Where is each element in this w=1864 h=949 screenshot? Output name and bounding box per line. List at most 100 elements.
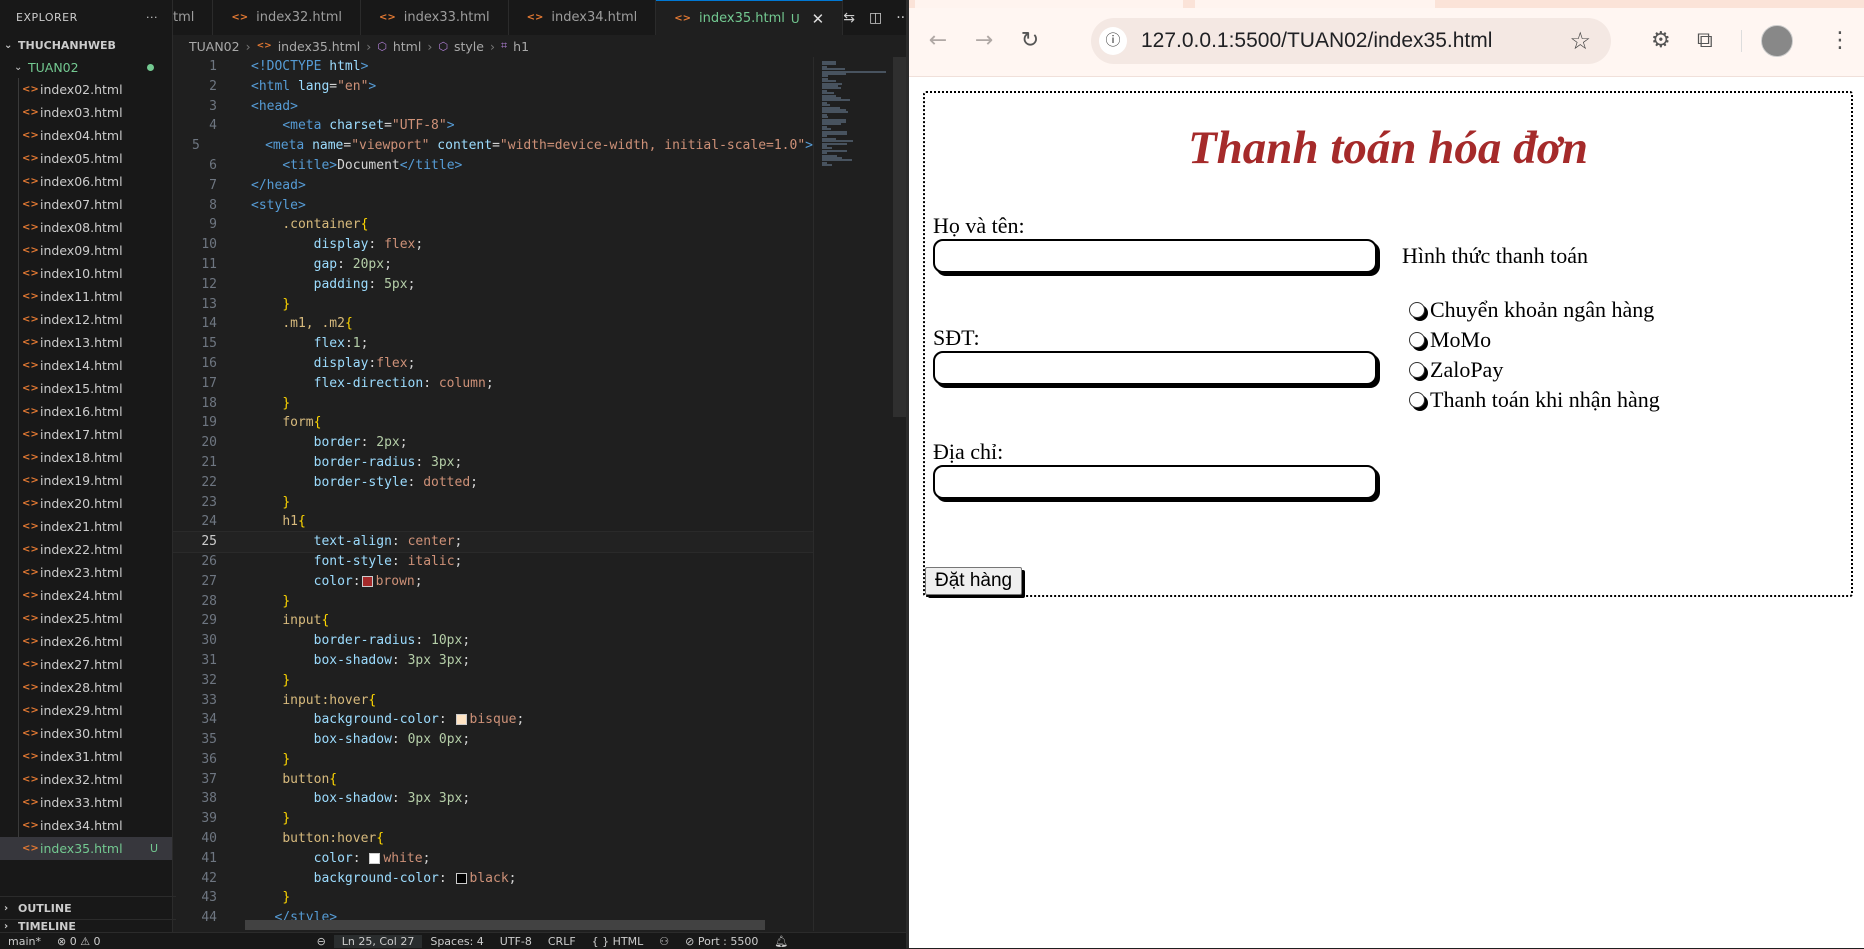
code-line[interactable]: 8 <style> [173, 196, 813, 216]
git-branch[interactable]: main* [0, 935, 49, 948]
reload-icon[interactable]: ↻ [1017, 28, 1043, 54]
code-line[interactable]: 19 form{ [173, 413, 813, 433]
file-item[interactable]: <> index07.html [0, 193, 172, 216]
live-server-port[interactable]: ⊘ Port : 5500 [677, 935, 766, 948]
outline-section[interactable]: › OUTLINE [0, 896, 176, 919]
order-button[interactable]: Đặt hàng [925, 567, 1023, 595]
code-line[interactable]: 43 } [173, 888, 813, 908]
minimap[interactable] [813, 57, 894, 931]
file-item[interactable]: <> index26.html [0, 630, 172, 653]
file-item[interactable]: <> index32.html [0, 768, 172, 791]
code-line[interactable]: 42 background-color: black; [173, 869, 813, 889]
file-item[interactable]: <> index11.html [0, 285, 172, 308]
encoding[interactable]: UTF-8 [492, 935, 540, 948]
file-item[interactable]: <> index12.html [0, 308, 172, 331]
tab-index32[interactable]: <> index32.html [213, 0, 361, 35]
code-line[interactable]: 35 box-shadow: 0px 0px; [173, 730, 813, 750]
file-item[interactable]: <> index33.html [0, 791, 172, 814]
color-swatch[interactable] [361, 575, 373, 587]
copilot-icon[interactable]: ⚇ [651, 935, 677, 948]
code-line[interactable]: 27 color: brown; [173, 572, 813, 592]
file-item[interactable]: <> index35.html U [0, 837, 172, 860]
indentation[interactable]: Spaces: 4 [422, 935, 491, 948]
color-swatch[interactable] [455, 714, 467, 726]
browser-tab[interactable] [915, 0, 1183, 8]
phone-input[interactable] [933, 351, 1377, 385]
menu-kebab-icon[interactable]: ⋮ [1829, 28, 1851, 53]
split-editor-icon[interactable]: ◫ [869, 10, 882, 26]
code-editor[interactable]: 1 <!DOCTYPE html> 2 <html lang="en"> 3 <head>… [173, 57, 813, 931]
payment-option-bank[interactable]: Chuyển khoản ngân hàng [1409, 297, 1654, 323]
file-item[interactable]: <> index09.html [0, 239, 172, 262]
file-item[interactable]: <> index04.html [0, 124, 172, 147]
file-item[interactable]: <> index27.html [0, 653, 172, 676]
tab-partial[interactable]: tml [173, 0, 214, 35]
file-item[interactable]: <> index10.html [0, 262, 172, 285]
code-line[interactable]: 3 <head> [173, 97, 813, 117]
code-line[interactable]: 26 font-style: italic; [173, 552, 813, 572]
color-swatch[interactable] [455, 872, 467, 884]
file-item[interactable]: <> index20.html [0, 492, 172, 515]
horizontal-scrollbar[interactable] [245, 920, 765, 930]
file-item[interactable]: <> index31.html [0, 745, 172, 768]
code-line[interactable]: 9 .container{ [173, 215, 813, 235]
file-item[interactable]: <> index23.html [0, 561, 172, 584]
breadcrumb-html[interactable]: html [393, 39, 421, 54]
code-line[interactable]: 15 flex:1; [173, 334, 813, 354]
line-ending[interactable]: CRLF [540, 935, 584, 948]
code-line[interactable]: 10 display: flex; [173, 235, 813, 255]
code-line[interactable]: 39 } [173, 809, 813, 829]
close-icon[interactable]: ✕ [812, 10, 825, 28]
tab-index34[interactable]: <> index34.html [509, 0, 657, 35]
code-line[interactable]: 22 border-style: dotted; [173, 473, 813, 493]
radio-button[interactable] [1409, 362, 1425, 378]
code-line[interactable]: 20 border: 2px; [173, 433, 813, 453]
payment-option-cod[interactable]: Thanh toán khi nhận hàng [1409, 387, 1660, 413]
code-line[interactable]: 14 .m1, .m2{ [173, 314, 813, 334]
file-item[interactable]: <> index02.html [0, 78, 172, 101]
file-item[interactable]: <> index05.html [0, 147, 172, 170]
code-line[interactable]: 1 <!DOCTYPE html> [173, 57, 813, 77]
name-input[interactable] [933, 239, 1377, 273]
file-item[interactable]: <> index15.html [0, 377, 172, 400]
radio-button[interactable] [1409, 332, 1425, 348]
profile-avatar[interactable] [1761, 25, 1793, 57]
code-line[interactable]: 16 display:flex; [173, 354, 813, 374]
compare-changes-icon[interactable]: ⇆ [843, 10, 855, 26]
file-item[interactable]: <> index21.html [0, 515, 172, 538]
code-line[interactable]: 37 button{ [173, 770, 813, 790]
file-item[interactable]: <> index16.html [0, 400, 172, 423]
file-item[interactable]: <> index24.html [0, 584, 172, 607]
code-line[interactable]: 17 flex-direction: column; [173, 374, 813, 394]
file-item[interactable]: <> index28.html [0, 676, 172, 699]
file-item[interactable]: <> index14.html [0, 354, 172, 377]
file-item[interactable]: <> index13.html [0, 331, 172, 354]
language-mode[interactable]: { } HTML [584, 935, 652, 948]
site-info-icon[interactable]: ⓘ [1099, 27, 1127, 55]
extension-icon[interactable]: ⚙ [1651, 28, 1671, 53]
timeline-section[interactable]: › TIMELINE [0, 919, 176, 933]
file-item[interactable]: <> index08.html [0, 216, 172, 239]
code-line[interactable]: 25 text-align: center; [173, 531, 813, 553]
breadcrumb-style[interactable]: style [454, 39, 484, 54]
code-line[interactable]: 41 color: white; [173, 849, 813, 869]
breadcrumb-h1[interactable]: h1 [513, 39, 529, 54]
code-line[interactable]: 23 } [173, 493, 813, 513]
color-swatch[interactable] [369, 852, 381, 864]
file-item[interactable]: <> index06.html [0, 170, 172, 193]
file-item[interactable]: <> index29.html [0, 699, 172, 722]
folder-tuan02[interactable]: ⌄ TUAN02 [0, 56, 172, 78]
code-line[interactable]: 4 <meta charset="UTF-8"> [173, 116, 813, 136]
file-item[interactable]: <> index18.html [0, 446, 172, 469]
code-line[interactable]: 30 border-radius: 10px; [173, 631, 813, 651]
code-line[interactable]: 40 button:hover{ [173, 829, 813, 849]
code-line[interactable]: 29 input{ [173, 611, 813, 631]
code-line[interactable]: 18 } [173, 394, 813, 414]
code-line[interactable]: 6 <title>Document</title> [173, 156, 813, 176]
file-item[interactable]: <> index17.html [0, 423, 172, 446]
code-line[interactable]: 13 } [173, 295, 813, 315]
code-line[interactable]: 34 background-color: bisque; [173, 710, 813, 730]
code-line[interactable]: 11 gap: 20px; [173, 255, 813, 275]
file-item[interactable]: <> index03.html [0, 101, 172, 124]
bookmark-star-icon[interactable]: ☆ [1569, 27, 1591, 56]
